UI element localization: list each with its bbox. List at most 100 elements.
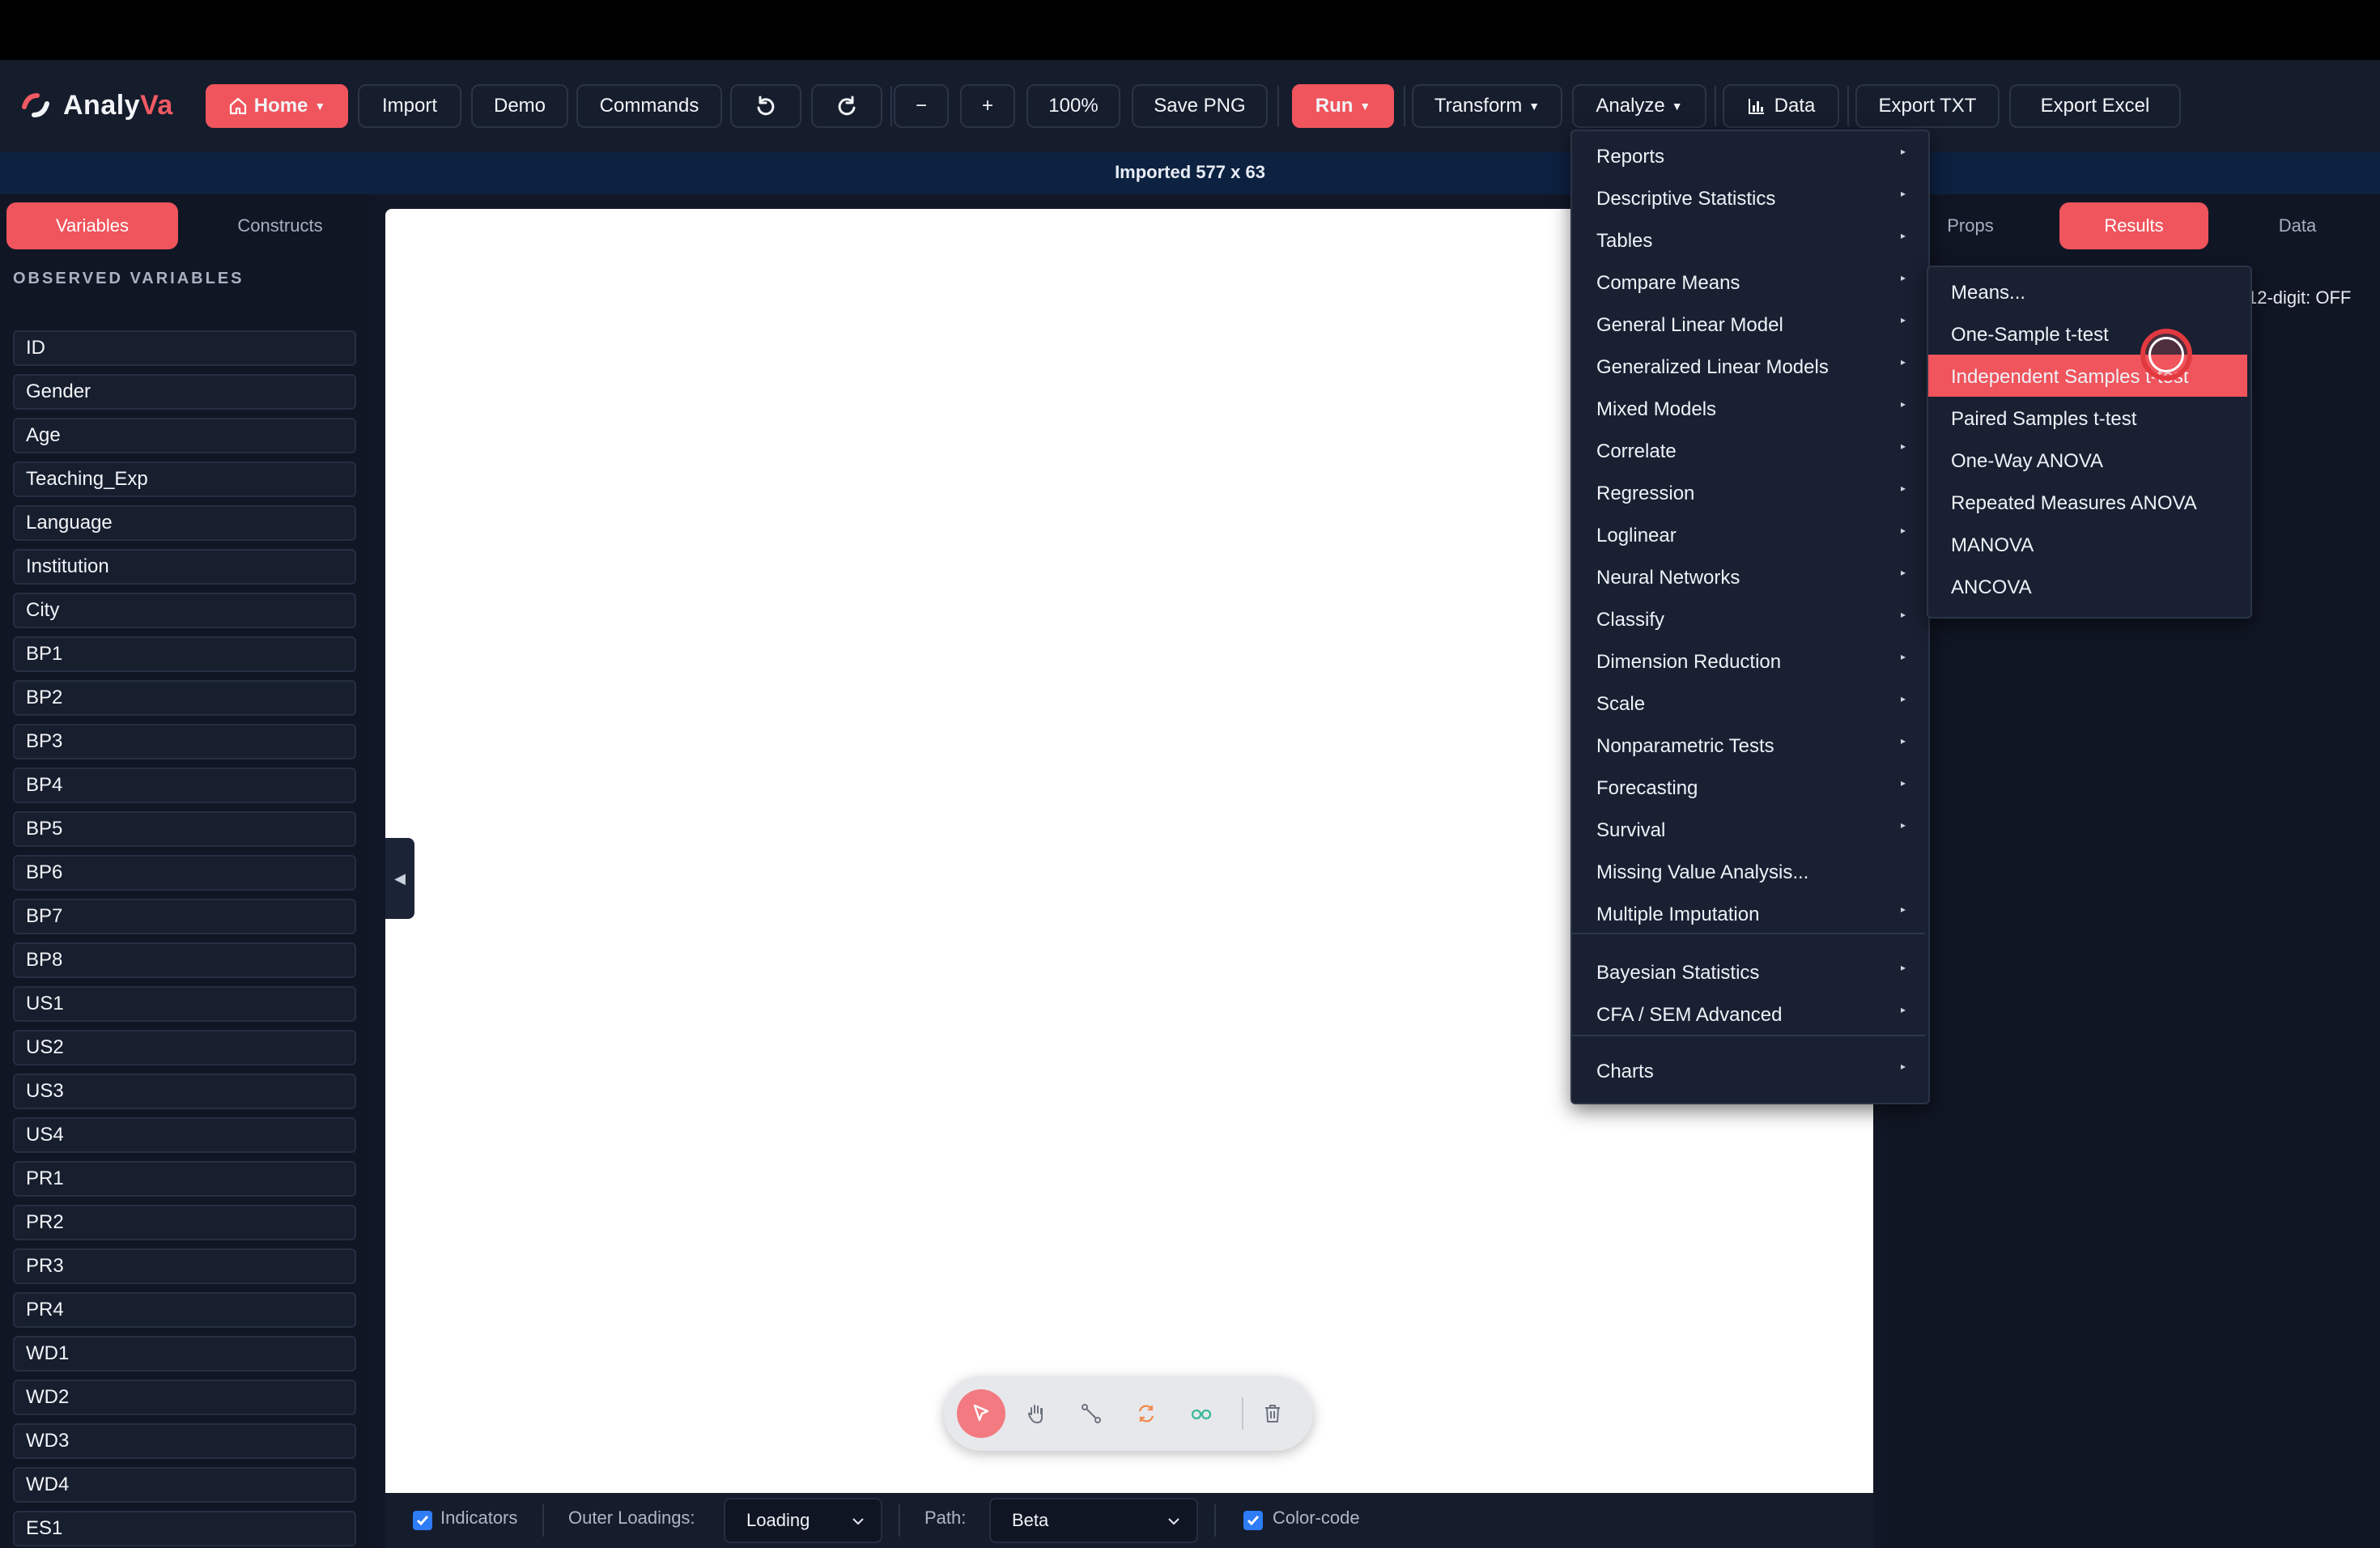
variable-item-pr4[interactable]: PR4 [13, 1292, 356, 1328]
menu-item-label: Neural Networks [1596, 567, 1740, 589]
delete-tool-button[interactable] [1248, 1389, 1297, 1438]
variable-item-bp4[interactable]: BP4 [13, 768, 356, 803]
menu-item-forecasting[interactable]: Forecasting ▸ [1596, 771, 1912, 806]
variable-item-wd4[interactable]: WD4 [13, 1467, 356, 1503]
pointer-icon [973, 1404, 989, 1422]
menu-item-compare-means[interactable]: Compare Means ▸ [1596, 266, 1912, 301]
menu-item-missing-value-analysis[interactable]: Missing Value Analysis... [1596, 855, 1912, 891]
variable-item-bp7[interactable]: BP7 [13, 899, 356, 934]
redo-button[interactable] [811, 84, 882, 128]
menu-item-loglinear[interactable]: Loglinear ▸ [1596, 518, 1912, 554]
menu-item-mixed-models[interactable]: Mixed Models ▸ [1596, 392, 1912, 427]
home-button[interactable]: Home ▼ [206, 84, 348, 128]
variable-item-bp5[interactable]: BP5 [13, 811, 356, 847]
path-label: Path: [924, 1508, 967, 1528]
export-excel-button[interactable]: Export Excel [2009, 84, 2181, 128]
submenu-item-means[interactable]: Means... [1951, 275, 2242, 311]
menu-item-nonparametric-tests[interactable]: Nonparametric Tests ▸ [1596, 729, 1912, 764]
variable-item-us1[interactable]: US1 [13, 986, 356, 1022]
variable-item-us3[interactable]: US3 [13, 1074, 356, 1109]
glasses-icon [1191, 1409, 1212, 1420]
menu-item-multiple-imputation[interactable]: Multiple Imputation ▸ [1596, 897, 1912, 933]
variable-item-gender[interactable]: Gender [13, 374, 356, 410]
select-tool-button[interactable] [957, 1389, 1005, 1438]
link-tool-button[interactable] [1177, 1389, 1226, 1438]
variable-item-bp3[interactable]: BP3 [13, 724, 356, 759]
menu-item-correlate[interactable]: Correlate ▸ [1596, 434, 1912, 470]
menu-item-descriptive-statistics[interactable]: Descriptive Statistics ▸ [1596, 181, 1912, 217]
variable-item-teaching-exp[interactable]: Teaching_Exp [13, 461, 356, 497]
menu-item-scale[interactable]: Scale ▸ [1596, 687, 1912, 722]
variable-item-pr1[interactable]: PR1 [13, 1161, 356, 1197]
variable-item-id[interactable]: ID [13, 330, 356, 366]
submenu-item-paired-samples-t-test[interactable]: Paired Samples t-test [1951, 402, 2242, 437]
collapse-panel-button[interactable]: ◀ [385, 838, 414, 919]
export-txt-button[interactable]: Export TXT [1855, 84, 2000, 128]
outer-loadings-select[interactable]: Loading [724, 1498, 882, 1543]
tab-variables[interactable]: Variables [6, 202, 178, 249]
menu-item-generalized-linear-models[interactable]: Generalized Linear Models ▸ [1596, 350, 1912, 385]
variable-item-bp2[interactable]: BP2 [13, 680, 356, 716]
variable-item-bp8[interactable]: BP8 [13, 942, 356, 978]
variable-item-bp6[interactable]: BP6 [13, 855, 356, 891]
tab-results[interactable]: Results [2059, 202, 2208, 249]
submenu-arrow-icon: ▸ [1900, 609, 1906, 620]
tab-data[interactable]: Data [2225, 202, 2370, 249]
menu-item-reports[interactable]: Reports ▸ [1596, 139, 1912, 175]
chevron-down-icon [852, 1518, 864, 1525]
variable-item-wd1[interactable]: WD1 [13, 1336, 356, 1372]
analyze-button[interactable]: Analyze ▼ [1572, 84, 1706, 128]
demo-button[interactable]: Demo [471, 84, 568, 128]
tab-constructs[interactable]: Constructs [194, 202, 366, 249]
zoom-in-button[interactable]: + [960, 84, 1015, 128]
menu-item-charts[interactable]: Charts ▸ [1596, 1054, 1912, 1090]
zoom-out-button[interactable]: − [894, 84, 949, 128]
save-png-button[interactable]: Save PNG [1132, 84, 1268, 128]
variable-item-city[interactable]: City [13, 593, 356, 628]
zoom-level-button[interactable]: 100% [1026, 84, 1120, 128]
menu-item-bayesian-statistics[interactable]: Bayesian Statistics ▸ [1596, 955, 1912, 991]
digit-toggle[interactable]: 12-digit: OFF [2247, 287, 2351, 308]
variable-item-bp1[interactable]: BP1 [13, 636, 356, 672]
variable-item-institution[interactable]: Institution [13, 549, 356, 585]
variable-item-pr3[interactable]: PR3 [13, 1248, 356, 1284]
submenu-item-repeated-measures-anova[interactable]: Repeated Measures ANOVA [1951, 486, 2242, 521]
submenu-item-ancova[interactable]: ANCOVA [1951, 570, 2242, 606]
menu-item-dimension-reduction[interactable]: Dimension Reduction ▸ [1596, 644, 1912, 680]
undo-button[interactable] [730, 84, 801, 128]
variable-item-es1[interactable]: ES1 [13, 1511, 356, 1546]
variable-item-age[interactable]: Age [13, 418, 356, 453]
pan-tool-button[interactable] [1012, 1389, 1060, 1438]
menu-item-cfa-sem-advanced[interactable]: CFA / SEM Advanced ▸ [1596, 997, 1912, 1033]
variable-item-us4[interactable]: US4 [13, 1117, 356, 1153]
menu-item-label: General Linear Model [1596, 314, 1783, 336]
menu-item-label: Multiple Imputation [1596, 904, 1760, 925]
menu-item-classify[interactable]: Classify ▸ [1596, 602, 1912, 638]
variable-item-pr2[interactable]: PR2 [13, 1205, 356, 1240]
data-button[interactable]: Data [1723, 84, 1839, 128]
variable-item-language[interactable]: Language [13, 505, 356, 541]
color-code-checkbox[interactable] [1243, 1511, 1263, 1530]
submenu-arrow-icon: ▸ [1900, 651, 1906, 662]
menu-item-neural-networks[interactable]: Neural Networks ▸ [1596, 560, 1912, 596]
menu-item-survival[interactable]: Survival ▸ [1596, 813, 1912, 848]
connect-tool-button[interactable] [1067, 1389, 1116, 1438]
variable-item-wd3[interactable]: WD3 [13, 1423, 356, 1459]
path-select[interactable]: Beta [989, 1498, 1198, 1543]
commands-button[interactable]: Commands [576, 84, 722, 128]
submenu-item-independent-samples-t-test[interactable]: Independent Samples t-test [1951, 359, 2242, 395]
menu-item-regression[interactable]: Regression ▸ [1596, 476, 1912, 512]
menu-item-general-linear-model[interactable]: General Linear Model ▸ [1596, 308, 1912, 343]
submenu-item-manova[interactable]: MANOVA [1951, 528, 2242, 563]
import-button[interactable]: Import [358, 84, 461, 128]
submenu-arrow-icon: ▸ [1900, 356, 1906, 368]
transform-button[interactable]: Transform ▼ [1412, 84, 1562, 128]
rotate-tool-button[interactable] [1122, 1389, 1171, 1438]
menu-item-tables[interactable]: Tables ▸ [1596, 223, 1912, 259]
variable-item-us2[interactable]: US2 [13, 1030, 356, 1065]
indicators-checkbox[interactable] [413, 1511, 432, 1530]
submenu-item-one-way-anova[interactable]: One-Way ANOVA [1951, 444, 2242, 479]
variable-item-wd2[interactable]: WD2 [13, 1380, 356, 1415]
run-button[interactable]: Run ▼ [1292, 84, 1394, 128]
submenu-item-one-sample-t-test[interactable]: One-Sample t-test [1951, 317, 2242, 353]
